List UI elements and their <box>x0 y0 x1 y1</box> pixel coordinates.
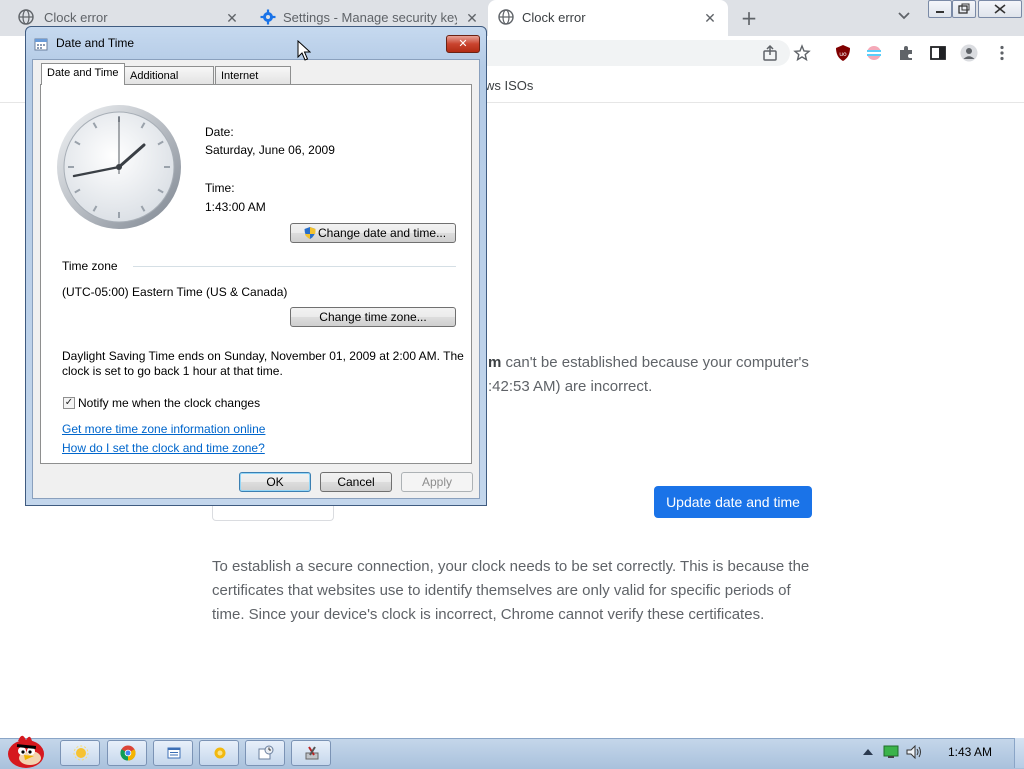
error-message-line2: :42:53 AM) are incorrect. <box>488 378 653 395</box>
dst-info-line2: clock is set to go back 1 hour at that t… <box>62 364 283 378</box>
kebab-menu-icon[interactable] <box>993 44 1011 62</box>
close-tab-icon[interactable]: ✕ <box>224 10 240 26</box>
explanation-line: To establish a secure connection, your c… <box>212 558 810 575</box>
minimize-icon[interactable] <box>928 0 952 18</box>
taskbar-chrome-button[interactable] <box>107 740 147 766</box>
taskbar-clock[interactable]: 1:43 AM <box>930 745 1010 759</box>
date-label: Date: <box>205 125 234 139</box>
network-icon[interactable] <box>883 745 899 759</box>
new-tab-plus-icon[interactable]: + <box>738 6 760 30</box>
bookmark-item[interactable]: ws ISOs <box>485 78 533 93</box>
dialog-body: Date and Time Additional Clocks Internet… <box>32 59 480 499</box>
close-tab-icon[interactable]: ✕ <box>464 10 480 26</box>
profile-avatar-icon[interactable] <box>960 44 978 62</box>
how-to-set-clock-link[interactable]: How do I set the clock and time zone? <box>62 441 265 455</box>
timezone-value: (UTC-05:00) Eastern Time (US & Canada) <box>62 285 288 299</box>
change-time-zone-button[interactable]: Change time zone... <box>290 307 456 327</box>
calendar-clock-icon <box>258 745 274 760</box>
change-date-time-label: Change date and time... <box>318 226 447 240</box>
date-time-panel: Date: Saturday, June 06, 2009 Time: 1:43… <box>40 84 472 464</box>
explanation-line: certificates that websites use to identi… <box>212 582 791 599</box>
close-window-icon[interactable] <box>978 0 1022 18</box>
notify-checkbox[interactable]: ✓ <box>63 397 75 409</box>
time-zone-info-link[interactable]: Get more time zone information online <box>62 422 265 436</box>
explanation-paragraph: To establish a secure connection, your c… <box>212 555 809 627</box>
side-panel-icon[interactable] <box>929 44 947 62</box>
tab-additional-clocks[interactable]: Additional Clocks <box>124 66 214 100</box>
ok-button[interactable]: OK <box>239 472 311 492</box>
update-date-time-button[interactable]: Update date and time <box>654 486 812 518</box>
taskbar-settings-button[interactable] <box>199 740 239 766</box>
ublock-icon[interactable]: uo <box>834 44 852 62</box>
chevron-down-icon[interactable] <box>896 8 912 24</box>
taskbar-window-list-button[interactable] <box>153 740 193 766</box>
show-hidden-icons-icon[interactable] <box>862 747 874 757</box>
close-tab-icon[interactable]: ✕ <box>702 10 718 26</box>
tab-clock-error-active[interactable]: Clock error ✕ <box>488 0 728 36</box>
time-label: Time: <box>205 181 235 195</box>
explanation-line: time. Since your device's clock is incor… <box>212 606 765 623</box>
timezone-divider <box>133 266 456 267</box>
window-list-icon <box>167 747 181 759</box>
apply-button[interactable]: Apply <box>401 472 473 492</box>
sun-folder-icon <box>73 745 89 761</box>
globe-icon <box>498 9 514 25</box>
mouse-cursor-icon <box>297 40 311 61</box>
puzzle-extensions-icon[interactable] <box>897 44 915 62</box>
calendar-clock-icon <box>34 38 48 51</box>
tab-date-and-time[interactable]: Date and Time <box>41 63 125 85</box>
restore-icon[interactable] <box>952 0 976 18</box>
extension-flag-icon[interactable] <box>865 44 883 62</box>
uac-shield-icon <box>304 227 316 239</box>
timezone-heading: Time zone <box>62 259 118 273</box>
date-value: Saturday, June 06, 2009 <box>205 143 335 157</box>
bookmark-star-icon[interactable] <box>793 44 811 62</box>
cancel-button[interactable]: Cancel <box>320 472 392 492</box>
change-date-time-button[interactable]: Change date and time... <box>290 223 456 243</box>
tab-title: Clock error <box>522 10 586 25</box>
date-time-dialog: Date and Time ✕ Date and Time Additional… <box>25 26 487 506</box>
tab-internet-time[interactable]: Internet Time <box>215 66 291 100</box>
volume-icon[interactable] <box>906 745 924 759</box>
tab-title: Settings - Manage security keys <box>283 10 457 25</box>
start-button-angry-bird-icon[interactable] <box>4 731 48 768</box>
sun-gear-icon <box>214 747 226 759</box>
address-bar[interactable] <box>460 40 790 66</box>
tools-icon <box>305 746 319 760</box>
taskbar-date-time-button[interactable] <box>245 740 285 766</box>
show-desktop-button[interactable] <box>1014 738 1024 768</box>
notify-label: Notify me when the clock changes <box>78 396 261 410</box>
share-icon[interactable] <box>761 44 779 62</box>
dialog-close-icon[interactable]: ✕ <box>446 35 480 53</box>
taskbar-explorer-button[interactable] <box>60 740 100 766</box>
taskbar-app-button[interactable] <box>291 740 331 766</box>
tab-title: Clock error <box>44 10 108 25</box>
svg-text:uo: uo <box>839 51 847 58</box>
globe-icon <box>18 9 34 25</box>
error-message-line1: m can't be established because your comp… <box>488 354 809 371</box>
chrome-icon <box>120 745 136 761</box>
analog-clock <box>57 105 181 229</box>
time-value: 1:43:00 AM <box>205 200 266 214</box>
dialog-title: Date and Time <box>56 36 135 50</box>
dst-info-line1: Daylight Saving Time ends on Sunday, Nov… <box>62 349 464 363</box>
gear-icon <box>260 9 276 25</box>
